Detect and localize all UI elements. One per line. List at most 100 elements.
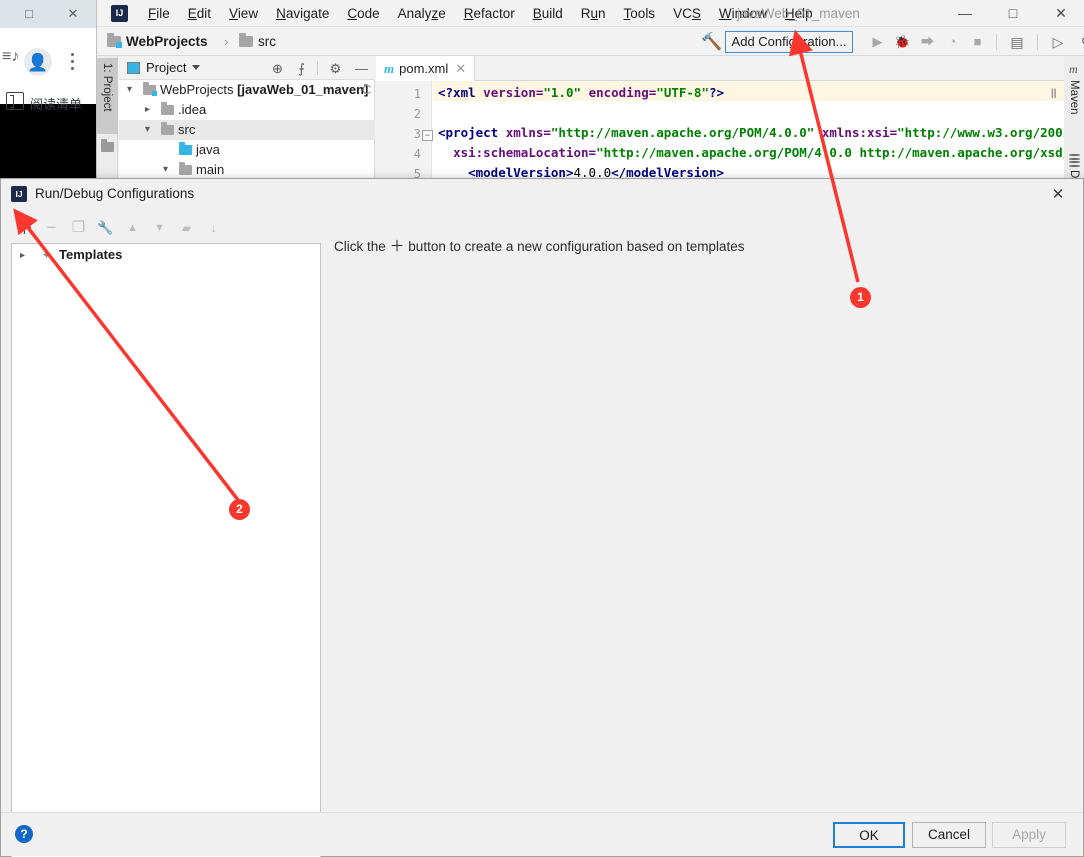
tree-row-idea[interactable]: .idea [119,100,375,120]
move-down-button[interactable]: ▼ [146,215,173,241]
run-debug-configurations-dialog: Run/Debug Configurations ✕ ＋ − ❐ 🔧 ▲ ▼ ▰… [0,178,1084,857]
folder-icon [239,33,253,47]
ok-button[interactable]: OK [833,822,905,848]
window-title: javaWeb_01_maven [737,6,860,21]
tree-row-main[interactable]: main [119,160,375,180]
debug-button[interactable]: 🐞 [890,31,915,53]
menu-view[interactable]: View [220,0,267,27]
window-minimize-button[interactable]: — [943,0,987,27]
code-fold-icon[interactable]: − [422,130,433,141]
close-icon[interactable]: ✕ [455,61,466,77]
window-maximize-button[interactable]: □ [991,0,1035,27]
project-stripe-label: 1: Project [101,63,113,112]
apply-button[interactable]: Apply [992,822,1066,848]
maven-stripe-label: Maven [1068,80,1080,115]
tree-row-src[interactable]: src [119,120,375,140]
maven-file-icon: m [384,60,395,76]
search-everywhere-icon[interactable]: ⚲ [1072,31,1084,53]
cancel-button[interactable]: Cancel [912,822,986,848]
folder-icon[interactable] [101,139,114,152]
help-icon[interactable]: ? [15,825,33,843]
menu-vcs[interactable]: VCS [664,0,710,27]
hammer-build-icon[interactable]: 🔨 [701,32,722,52]
screen-root: □ ✕ ≡♪ 👤 阅读清单 File Edit View Navigate Co… [0,0,1084,857]
menu-code[interactable]: Code [338,0,388,27]
stop-button[interactable]: ■ [965,31,990,53]
toolbar-divider-2 [1037,34,1038,50]
create-folder-button[interactable]: ▰ [173,215,200,241]
add-configuration-plus-button[interactable]: ＋ [11,215,38,241]
code-line-4: xsi:schemaLocation="http://maven.apache.… [453,145,1064,160]
hint-prefix: Click the [334,239,390,254]
twisty-icon[interactable] [145,126,153,134]
list-item-label: Templates [59,247,123,262]
project-panel-title: Project [146,60,187,75]
window-close-button[interactable]: ✕ [1039,0,1083,27]
settings-gear-icon[interactable]: ⚙ [327,60,344,77]
reading-list-icon[interactable] [6,92,24,110]
chevron-right-icon[interactable]: ▸ [20,251,25,261]
run-with-coverage-button[interactable]: ⮕ [915,31,940,53]
run-controls-group: ▶ 🐞 ⮕ ◔ ■ ▤ ▷ ⚲ [865,31,1084,53]
dialog-titlebar: Run/Debug Configurations ✕ [1,179,1083,209]
breadcrumb-label: src [258,34,276,49]
move-up-button[interactable]: ▲ [119,215,146,241]
tree-row-java[interactable]: java [119,140,375,160]
menu-items: File Edit View Navigate Code Analyze Ref… [139,0,822,27]
sidebar-item-project[interactable]: 1: Project [97,58,118,134]
breadcrumb-webprojects[interactable]: WebProjects [107,27,208,56]
profile-avatar-icon[interactable]: 👤 [24,49,52,77]
menu-run[interactable]: Run [572,0,615,27]
menu-navigate[interactable]: Navigate [267,0,338,27]
tree-row-webprojects[interactable]: WebProjects [javaWeb_01_maven] C [119,80,375,100]
remove-configuration-button[interactable]: − [38,215,65,241]
profile-button[interactable]: ◔ [940,31,965,53]
add-configuration-button[interactable]: Add Configuration... [725,31,853,53]
edit-templates-wrench-button[interactable]: 🔧 [92,215,119,241]
menu-refactor[interactable]: Refactor [455,0,524,27]
menu-edit[interactable]: Edit [179,0,220,27]
menu-file[interactable]: File [139,0,179,27]
copy-configuration-button[interactable]: ❐ [65,215,92,241]
sidebar-item-maven[interactable]: m Maven [1064,60,1084,130]
breadcrumb-label: WebProjects [126,34,208,49]
tree-label: .idea [178,102,207,117]
hide-panel-icon[interactable]: — [353,60,370,77]
project-structure-icon[interactable]: ▤ [1003,31,1031,53]
editor-tab-bar: m pom.xml ✕ [376,56,1064,81]
run-button[interactable]: ▶ [865,31,890,53]
menu-tools[interactable]: Tools [615,0,665,27]
menu-build[interactable]: Build [524,0,572,27]
sort-configurations-button[interactable]: ↓ [200,215,227,241]
twisty-icon[interactable] [163,166,171,174]
chevron-down-icon[interactable] [192,65,200,70]
browser-close-button[interactable]: ✕ [66,7,80,21]
configurations-list[interactable]: ▸ ✦ Templates [11,243,321,857]
media-list-icon[interactable]: ≡♪ [2,48,19,66]
twisty-icon[interactable] [145,106,153,114]
collapse-all-icon[interactable]: ⨍ [293,60,310,77]
kebab-menu-icon[interactable] [66,49,78,75]
locate-icon[interactable]: ⊕ [269,60,286,77]
module-folder-icon [107,33,122,48]
project-panel-header: Project ⊕ ⨍ ⚙ — [119,56,375,80]
line-number: 1 [413,87,421,101]
source-folder-icon [179,142,192,155]
annotation-badge-1: 1 [850,287,871,308]
intellij-logo-icon [11,186,27,202]
maven-m-icon: m [1069,62,1078,76]
breadcrumb-src[interactable]: src [239,27,276,56]
menu-analyze[interactable]: Analyze [389,0,455,27]
list-item-templates[interactable]: ▸ ✦ Templates [12,244,320,266]
browser-bookmark-bar: 阅读清单 [0,86,96,120]
tab-pom-xml[interactable]: m pom.xml ✕ [376,56,476,81]
twisty-icon[interactable] [127,86,135,94]
reading-list-label[interactable]: 阅读清单 [30,94,82,113]
dialog-close-button[interactable]: ✕ [1047,184,1069,206]
browser-maximize-button[interactable]: □ [22,7,36,21]
empty-state-hint: Click the ＋ button to create a new confi… [334,235,745,256]
line-number: 3 [413,127,421,141]
tree-label: src [178,122,196,137]
updates-icon[interactable]: ▷ [1044,31,1072,53]
panel-divider [317,61,318,75]
